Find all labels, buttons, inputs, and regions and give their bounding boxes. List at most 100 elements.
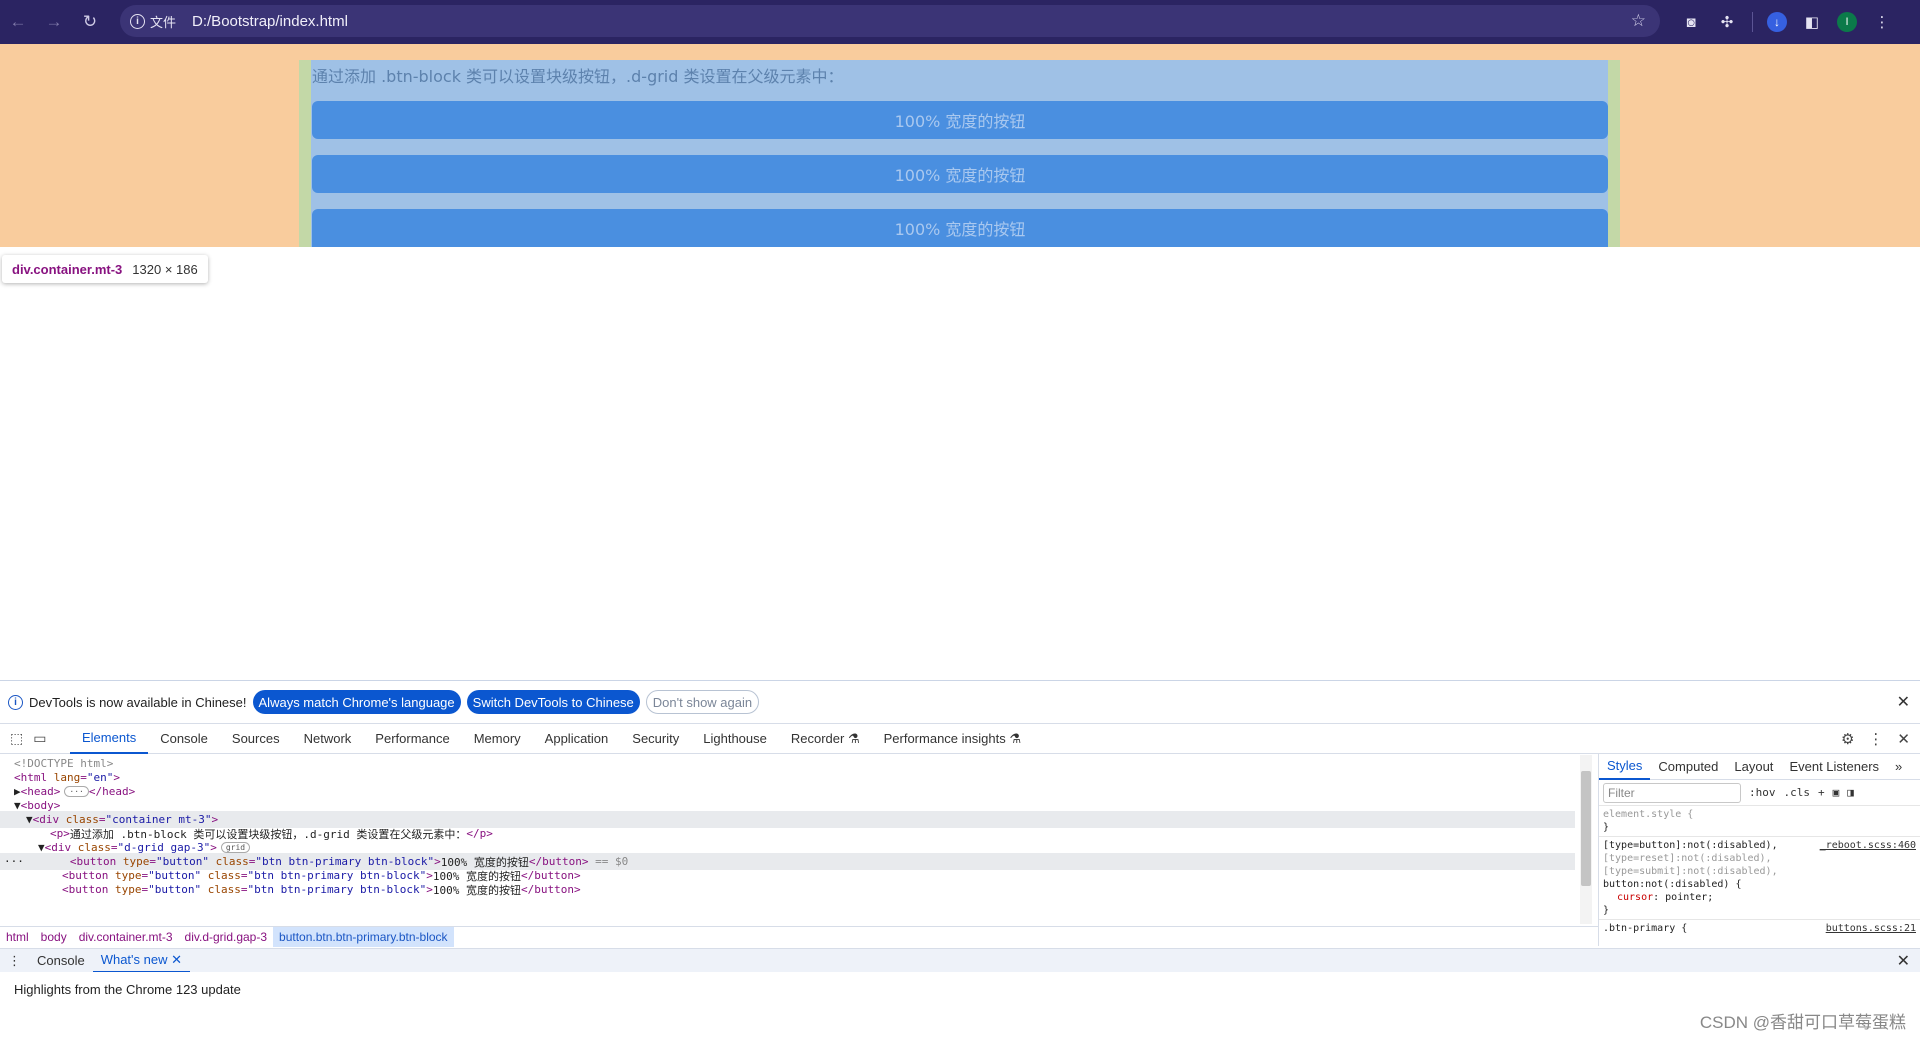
tab-elements[interactable]: Elements	[70, 724, 149, 754]
tab-styles[interactable]: Styles	[1599, 754, 1651, 780]
intro-paragraph: 通过添加 .btn-block 类可以设置块级按钮，.d-grid 类设置在父级…	[312, 67, 844, 86]
head-close-tag: </head>	[88, 785, 136, 798]
p-close-tag: </p>	[466, 827, 493, 840]
type-value: "button"	[148, 883, 202, 896]
tab-layout[interactable]: Layout	[1726, 754, 1781, 780]
breadcrumb-container[interactable]: div.container.mt-3	[73, 927, 179, 947]
close-drawer-icon[interactable]: ✕	[1897, 951, 1910, 971]
drawer-tab-console[interactable]: Console	[29, 949, 93, 973]
close-tab-icon[interactable]: ✕	[171, 952, 182, 968]
full-width-button-2[interactable]: 100% 宽度的按钮	[312, 155, 1608, 193]
rule-selector: button:not(:disabled) {	[1603, 879, 1742, 890]
dom-tree[interactable]: <!DOCTYPE html> <html lang = "en" > ▶ <head>…	[0, 755, 1585, 924]
csdn-watermark: CSDN @香甜可口草莓蛋糕	[1699, 1013, 1906, 1032]
tab-performance-insights[interactable]: Performance insights ⚗	[872, 724, 1033, 754]
side-panel-icon[interactable]: ◧	[1801, 11, 1823, 33]
tab-recorder[interactable]: Recorder ⚗	[779, 724, 872, 754]
button-text: 100% 宽度的按钮	[432, 883, 522, 897]
collapse-triangle-icon[interactable]: ▼	[26, 813, 33, 826]
info-icon: i	[130, 13, 145, 29]
button-tag: <button	[62, 883, 109, 896]
settings-gear-icon[interactable]: ⚙	[1841, 730, 1854, 748]
dom-line-button-3[interactable]: <button type = "button" class = "btn btn-pri…	[62, 881, 581, 898]
tooltip-size: 1320 × 186	[132, 261, 198, 277]
incognito-extension-icon[interactable]: ◙	[1680, 11, 1702, 33]
class-toggle[interactable]: .cls	[1784, 786, 1811, 799]
drawer-tab-bar: ⋮ Console What's new ✕ ✕	[0, 948, 1920, 973]
site-info-chip[interactable]: i 文件	[130, 12, 176, 31]
new-rule-plus-icon[interactable]: +	[1818, 786, 1825, 799]
toolbar-separator	[1752, 12, 1753, 32]
download-icon[interactable]: ↓	[1767, 12, 1787, 32]
more-tabs-icon[interactable]: »	[1887, 754, 1910, 780]
tab-memory[interactable]: Memory	[462, 724, 533, 754]
full-width-button-1[interactable]: 100% 宽度的按钮	[312, 101, 1608, 139]
full-width-button-3[interactable]: 100% 宽度的按钮	[312, 209, 1608, 247]
tab-security[interactable]: Security	[620, 724, 691, 754]
tab-application[interactable]: Application	[533, 724, 621, 754]
rule-selector: [type=button]:not(:disabled),	[1603, 840, 1778, 851]
breadcrumb-body[interactable]: body	[35, 927, 73, 947]
rule-selector: .btn-primary {	[1603, 923, 1688, 934]
forward-icon[interactable]: →	[36, 0, 72, 44]
rule-close: }	[1603, 905, 1610, 916]
tab-computed[interactable]: Computed	[1650, 754, 1726, 780]
style-rule-btn-primary[interactable]: .btn-primary { buttons.scss:21	[1599, 919, 1920, 937]
always-match-language-button[interactable]: Always match Chrome's language	[252, 690, 461, 714]
reload-icon[interactable]: ↻	[72, 0, 108, 44]
tab-sources[interactable]: Sources	[220, 724, 292, 754]
class-attr: class	[207, 883, 241, 896]
styles-filter-row: Filter :hov .cls + ▣ ◨	[1599, 780, 1920, 806]
css-value[interactable]: : pointer;	[1653, 892, 1713, 903]
row-menu-icon[interactable]: ···	[4, 855, 24, 868]
rule-selector: element.style {	[1603, 809, 1694, 820]
switch-to-chinese-button[interactable]: Switch DevTools to Chinese	[466, 690, 640, 714]
browser-toolbar: ← → ↻ i 文件 D:/Bootstrap/index.html ☆ ◙ ✣…	[0, 0, 1920, 44]
styles-filter-input[interactable]: Filter	[1603, 782, 1741, 803]
close-devtools-icon[interactable]: ✕	[1897, 730, 1910, 748]
profile-avatar[interactable]: I	[1837, 12, 1857, 32]
browser-window: ← → ↻ i 文件 D:/Bootstrap/index.html ☆ ◙ ✣…	[0, 0, 1920, 1038]
breadcrumb-button[interactable]: button.btn.btn-primary.btn-block	[273, 926, 454, 947]
style-rule-button-cursor[interactable]: [type=button]:not(:disabled), _reboot.scs…	[1599, 836, 1920, 919]
breadcrumb-grid[interactable]: div.d-grid.gap-3	[179, 927, 274, 947]
style-rule-element[interactable]: element.style { }	[1599, 806, 1920, 836]
head-collapsed-badge[interactable]: ···	[64, 786, 89, 797]
css-property[interactable]: cursor	[1617, 892, 1653, 903]
back-icon[interactable]: ←	[0, 0, 36, 44]
url-text[interactable]: D:/Bootstrap/index.html	[192, 13, 348, 30]
styles-pane: Styles Computed Layout Event Listeners »…	[1598, 754, 1920, 946]
drawer-tab-whats-new-label: What's new	[100, 952, 168, 967]
drawer-menu-icon[interactable]: ⋮	[0, 949, 29, 973]
rule-source-link[interactable]: _reboot.scss:460	[1820, 839, 1916, 852]
tab-event-listeners[interactable]: Event Listeners	[1781, 754, 1887, 780]
site-info-label: 文件	[150, 14, 177, 30]
breadcrumb-html[interactable]: html	[0, 927, 35, 947]
dom-tree-scrollbar-thumb[interactable]	[1581, 771, 1591, 886]
drawer-tab-whats-new[interactable]: What's new ✕	[92, 949, 191, 973]
tab-lighthouse[interactable]: Lighthouse	[691, 724, 779, 754]
sidebar-toggle-icon[interactable]: ◨	[1847, 786, 1854, 799]
paint-brush-icon[interactable]: ▣	[1833, 786, 1840, 799]
address-bar[interactable]: i 文件 D:/Bootstrap/index.html ☆	[120, 5, 1660, 37]
inspect-element-icon[interactable]: ⬚	[10, 730, 23, 747]
extensions-puzzle-icon[interactable]: ✣	[1716, 11, 1738, 33]
devtools-menu-icon[interactable]: ⋮	[1868, 730, 1883, 748]
tab-network[interactable]: Network	[292, 724, 364, 754]
hover-state-toggle[interactable]: :hov	[1749, 786, 1776, 799]
close-infobar-icon[interactable]: ✕	[1897, 692, 1910, 712]
tab-performance[interactable]: Performance	[363, 724, 461, 754]
dont-show-again-button[interactable]: Don't show again	[645, 690, 760, 714]
devtools-right-tools: ⚙ ⋮ ✕	[1841, 724, 1910, 754]
rule-source-link[interactable]: buttons.scss:21	[1826, 922, 1916, 935]
browser-menu-icon[interactable]: ⋮	[1871, 11, 1893, 33]
bookmark-star-icon[interactable]: ☆	[1631, 11, 1646, 31]
grid-badge[interactable]: grid	[220, 842, 251, 853]
device-toolbar-icon[interactable]: ▭	[33, 730, 46, 747]
class-value: "btn btn-primary btn-block"	[247, 883, 427, 896]
devtools-language-infobar: i DevTools is now available in Chinese! …	[0, 681, 1920, 724]
whats-new-headline: Highlights from the Chrome 123 update	[14, 982, 241, 997]
tab-console[interactable]: Console	[148, 724, 220, 754]
infobar-message: DevTools is now available in Chinese!	[29, 694, 247, 710]
breadcrumb: html body div.container.mt-3 div.d-grid.…	[0, 926, 1598, 947]
